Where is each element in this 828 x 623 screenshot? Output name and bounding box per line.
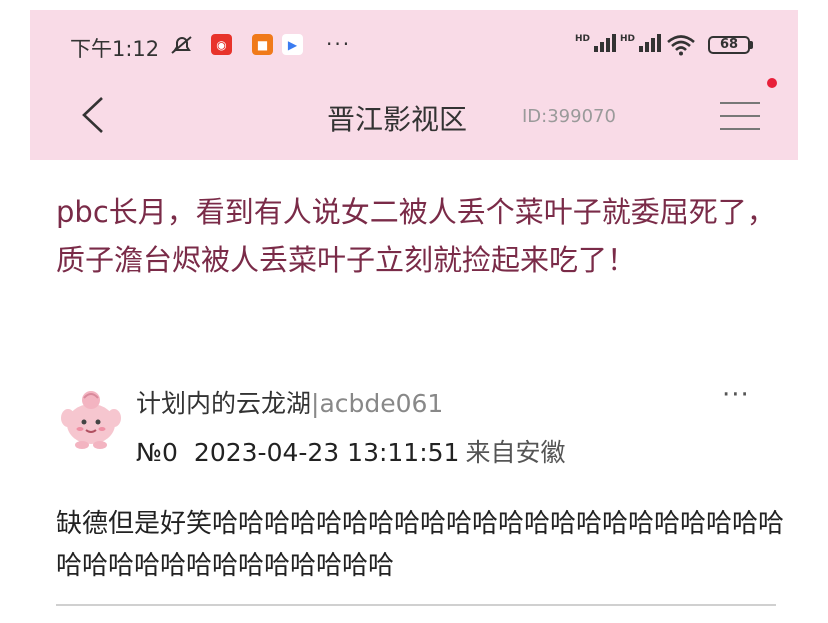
post-title: pbc长月，看到有人说女二被人丢个菜叶子就委屈死了，质子澹台烬被人丢菜叶子立刻就… xyxy=(56,195,776,277)
reply-meta: №0 2023-04-23 13:11:51 来自安徽 xyxy=(136,433,565,469)
cellular-signal-2-icon: HD xyxy=(620,34,662,52)
battery-icon: 68 xyxy=(708,36,750,54)
more-options-icon[interactable]: ··· xyxy=(722,380,750,410)
notification-dot xyxy=(767,78,777,88)
reply-location: 来自安徽 xyxy=(465,438,566,467)
more-notifications-icon: ··· xyxy=(326,32,352,56)
page-title: 晋江影视区 xyxy=(327,103,468,136)
status-time: 下午1:12 xyxy=(70,37,160,61)
reply-author[interactable]: 计划内的云龙湖|acbde061 xyxy=(136,384,443,420)
music-app-notification-icon: ◉ xyxy=(211,34,232,55)
shopping-app-notification-icon: ■ xyxy=(252,34,273,55)
reply-content: 缺德但是好笑哈哈哈哈哈哈哈哈哈哈哈哈哈哈哈哈哈哈哈哈哈哈哈哈哈哈哈哈哈哈哈哈哈哈… xyxy=(56,509,785,581)
wifi-icon xyxy=(667,35,695,56)
divider xyxy=(56,604,776,606)
author-id: |acbde061 xyxy=(311,389,444,418)
floor-number: №0 xyxy=(136,438,178,467)
app-header: 下午1:12 ◉ ■ ▶ ··· HD HD 68 晋江影视区 ID:39907… xyxy=(30,10,798,160)
cellular-signal-1-icon: HD xyxy=(575,34,617,52)
menu-icon[interactable] xyxy=(720,98,760,134)
avatar[interactable] xyxy=(56,384,126,450)
mute-alarm-icon xyxy=(171,36,192,54)
reply-datetime: 2023-04-23 13:11:51 xyxy=(193,438,460,467)
battery-tip xyxy=(750,41,753,49)
status-bar: 下午1:12 ◉ ■ ▶ ··· HD HD 68 xyxy=(30,10,798,80)
forum-id: ID:399070 xyxy=(522,106,616,127)
video-app-notification-icon: ▶ xyxy=(282,34,303,55)
author-name: 计划内的云龙湖 xyxy=(136,389,312,418)
back-arrow-icon[interactable] xyxy=(80,96,106,134)
